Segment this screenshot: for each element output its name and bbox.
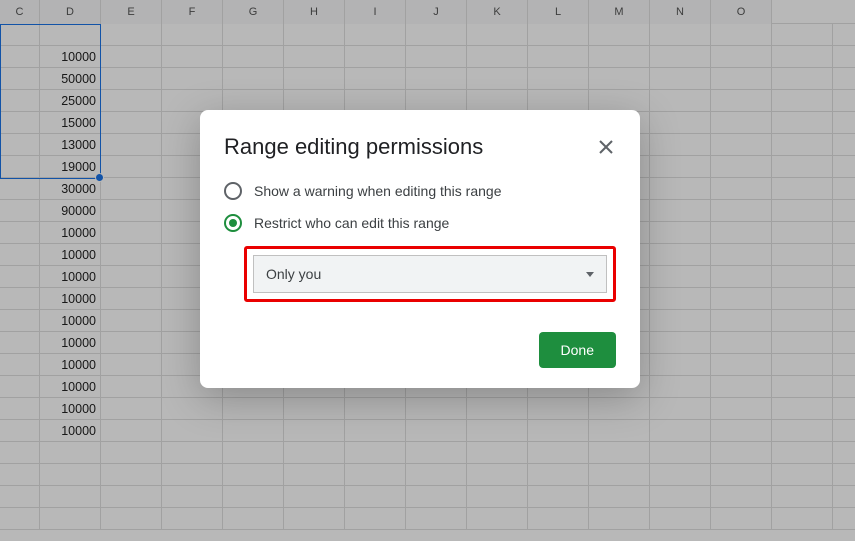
dropdown-value: Only you bbox=[266, 266, 321, 282]
option-label: Restrict who can edit this range bbox=[254, 215, 449, 231]
radio-restrict[interactable]: Restrict who can edit this range bbox=[224, 214, 616, 232]
radio-show-warning[interactable]: Show a warning when editing this range bbox=[224, 182, 616, 200]
range-permissions-dialog: Range editing permissions Show a warning… bbox=[200, 110, 640, 388]
done-button[interactable]: Done bbox=[539, 332, 616, 368]
close-icon[interactable] bbox=[596, 137, 616, 157]
radio-icon bbox=[224, 214, 242, 232]
highlighted-box: Only you bbox=[244, 246, 616, 302]
chevron-down-icon bbox=[586, 272, 594, 277]
dialog-title: Range editing permissions bbox=[224, 134, 483, 160]
permissions-dropdown[interactable]: Only you bbox=[253, 255, 607, 293]
radio-icon bbox=[224, 182, 242, 200]
option-label: Show a warning when editing this range bbox=[254, 183, 502, 199]
